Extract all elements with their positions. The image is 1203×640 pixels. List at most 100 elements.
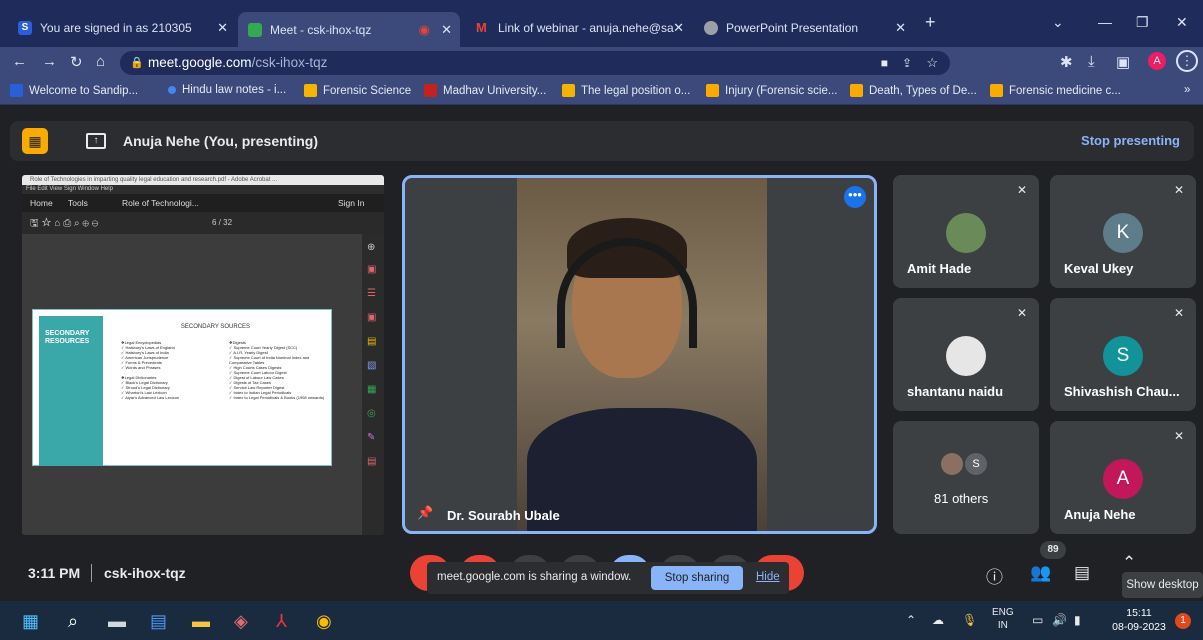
bookmark-item[interactable]: Death, Types of De...: [850, 84, 977, 97]
bookmark-label: Welcome to Sandip...: [29, 84, 139, 97]
chrome-icon[interactable]: ◉: [316, 611, 332, 632]
close-icon[interactable]: ✕: [441, 22, 452, 38]
participant-tile[interactable]: ✕ A Anuja Nehe: [1050, 421, 1196, 534]
close-icon[interactable]: ✕: [673, 20, 684, 36]
bookmark-item[interactable]: Forensic medicine c...: [990, 84, 1121, 97]
hide-button[interactable]: Hide: [756, 571, 780, 583]
edit-pdf-icon: ▣: [367, 312, 377, 323]
sharing-notification: meet.google.com is sharing a window. Sto…: [427, 562, 789, 594]
avatar: K: [1103, 213, 1143, 253]
task-view-icon[interactable]: ▬: [108, 611, 126, 632]
system-clock[interactable]: 15:11 08-09-2023: [1109, 606, 1169, 634]
pdf-tabbar: Home Tools Role of Technologi... Sign In: [22, 194, 384, 212]
shared-pdf-window[interactable]: Role of Technologies in imparting qualit…: [22, 175, 384, 535]
tab-label: Meet - csk-ihox-tqz: [270, 22, 372, 37]
menu-icon[interactable]: ⋮: [1176, 50, 1198, 72]
bookmark-item[interactable]: Hindu law notes - i...: [168, 84, 286, 96]
close-icon[interactable]: ✕: [895, 20, 906, 36]
bookmark-label: Death, Types of De...: [869, 84, 977, 97]
mic-off-icon: ✕: [1173, 429, 1184, 443]
meeting-code: csk-ihox-tqz: [104, 565, 186, 581]
home-icon[interactable]: ⌂: [96, 53, 105, 70]
bookmark-star-icon[interactable]: ☆: [926, 51, 938, 75]
tab-search-icon[interactable]: ⌄: [1052, 14, 1064, 31]
back-icon[interactable]: ←: [12, 53, 27, 70]
protect-icon: ◎: [367, 408, 376, 419]
meet-controls-bar: 3:11 PM csk-ihox-tqz meet.google.com is …: [0, 541, 1203, 601]
clock-date: 08-09-2023: [1112, 621, 1166, 633]
reload-icon[interactable]: ↻: [70, 53, 83, 71]
tray-chevron-icon[interactable]: ⌃: [906, 613, 916, 627]
divider: [91, 564, 92, 582]
bookmarks-more-button[interactable]: »: [1184, 84, 1190, 96]
pdf-doc-tab: Role of Technologi...: [122, 198, 199, 208]
notification-badge[interactable]: 1: [1175, 613, 1191, 629]
share-icon[interactable]: ⇪: [902, 51, 912, 75]
participant-tile[interactable]: ✕ K Keval Ukey: [1050, 175, 1196, 288]
stop-sharing-button[interactable]: Stop sharing: [651, 566, 743, 590]
acrobat-icon[interactable]: ⅄: [276, 611, 287, 632]
file-explorer-icon[interactable]: ▬: [192, 611, 210, 632]
speaker-tile[interactable]: ••• 📌 Dr. Sourabh Ubale: [402, 175, 877, 534]
chat-icon[interactable]: ▤: [1074, 563, 1090, 583]
search-icon[interactable]: ⌕: [68, 611, 78, 632]
sandip-favicon-icon: S: [18, 20, 32, 35]
close-icon[interactable]: ✕: [217, 20, 228, 36]
participant-tile[interactable]: ✕ shantanu naidu: [893, 298, 1039, 411]
browser-toolbar: ← → ↻ ⌂ 🔒 meet.google.com/csk-ihox-tqz ■…: [0, 47, 1203, 79]
pin-icon[interactable]: 📌: [417, 505, 433, 521]
bookmark-item[interactable]: Welcome to Sandip...: [10, 84, 138, 97]
cloud-icon[interactable]: ☁: [932, 613, 944, 627]
new-tab-button[interactable]: +: [925, 12, 936, 33]
stop-presenting-button[interactable]: Stop presenting: [1081, 133, 1180, 148]
slide-col-encyclopedias: ❖Legal Encyclopedias ✓ Halsbury's Laws o…: [121, 340, 180, 400]
camera-icon[interactable]: ■: [881, 51, 888, 75]
volume-icon[interactable]: 🔊: [1052, 613, 1067, 627]
windows-start-icon[interactable]: ▦: [22, 611, 39, 632]
avatar: [941, 453, 963, 475]
bookmark-item[interactable]: Madhav University...: [424, 84, 546, 97]
bookmark-item[interactable]: Injury (Forensic scie...: [706, 84, 837, 97]
window-close-icon[interactable]: ✕: [1176, 14, 1188, 31]
tab-meet[interactable]: Meet - csk-ihox-tqz ◉ ✕: [238, 12, 460, 47]
restore-icon[interactable]: ❐: [1136, 14, 1149, 31]
tab-signed-in[interactable]: S You are signed in as 210305 ✕: [8, 14, 236, 41]
network-icon[interactable]: ▭: [1032, 613, 1043, 627]
address-bar[interactable]: 🔒 meet.google.com/csk-ihox-tqz ■ ⇪ ☆: [120, 51, 950, 75]
extensions-icon[interactable]: ✱: [1060, 53, 1073, 71]
mic-off-icon: ✕: [1173, 183, 1184, 197]
bookmark-label: Madhav University...: [443, 84, 547, 97]
participant-tile[interactable]: ✕ Amit Hade: [893, 175, 1039, 288]
microphone-icon[interactable]: 🎙: [962, 613, 977, 627]
participant-name: Shivashish Chau...: [1064, 384, 1180, 399]
tab-powerpoint[interactable]: PowerPoint Presentation ✕: [694, 14, 914, 41]
participant-tile-others[interactable]: S 81 others: [893, 421, 1039, 534]
sandip-icon: [10, 84, 23, 97]
mic-off-icon: ✕: [1016, 183, 1027, 197]
forward-icon[interactable]: →: [42, 53, 57, 70]
legal-icon: [562, 84, 575, 97]
download-icon[interactable]: ⤓: [1088, 53, 1095, 70]
edge-icon[interactable]: ◈: [234, 611, 248, 632]
browser-tab-strip: S You are signed in as 210305 ✕ Meet - c…: [0, 0, 1203, 47]
more-tools-icon: ▤: [367, 456, 377, 467]
bookmark-item[interactable]: The legal position o...: [562, 84, 690, 97]
tab-gmail[interactable]: M Link of webinar - anuja.nehe@sa ✕: [466, 14, 692, 41]
slide-band: SECONDARY RESOURCES: [39, 316, 103, 466]
bookmark-label: Hindu law notes - i...: [182, 84, 287, 96]
bookmark-item[interactable]: Forensic Science: [304, 84, 411, 97]
battery-icon[interactable]: ▮: [1074, 613, 1081, 627]
info-icon[interactable]: ⓘ: [986, 563, 1003, 588]
store-icon[interactable]: ▤: [150, 611, 167, 632]
side-panel-icon[interactable]: ▣: [1116, 53, 1130, 71]
save-icon: 🖫 ☆ ⌂ ⎙ ⌕ ⊕ ⊖: [30, 218, 99, 229]
activities-icon[interactable]: ⌃: [1122, 553, 1136, 573]
language-indicator[interactable]: ENG IN: [992, 606, 1014, 632]
participant-tile[interactable]: ✕ S Shivashish Chau...: [1050, 298, 1196, 411]
compress-icon: ▦: [367, 384, 377, 395]
minimize-icon[interactable]: —: [1098, 14, 1112, 30]
people-icon[interactable]: 👥: [1030, 563, 1051, 583]
more-options-icon[interactable]: •••: [844, 186, 866, 208]
profile-avatar[interactable]: A: [1148, 52, 1166, 70]
windows-taskbar: ▦ ⌕ ▬ ▤ ▬ ◈ ⅄ ◉ ⌃ ☁ 🎙 ENG IN ▭ 🔊 ▮ 15:11 …: [0, 601, 1203, 640]
